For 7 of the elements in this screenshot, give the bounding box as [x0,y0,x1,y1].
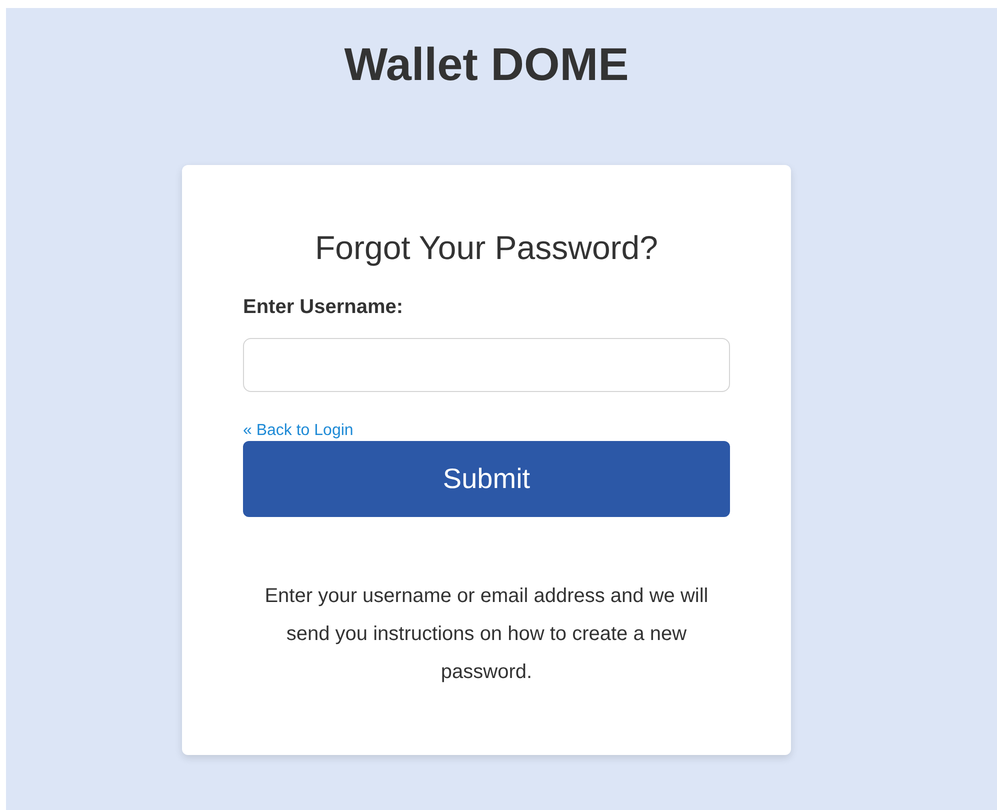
site-title: Wallet DOME [344,37,629,92]
form-heading: Forgot Your Password? [314,228,660,268]
field-label: Enter Username: [243,295,404,320]
username-field[interactable] [243,338,730,392]
help-text: Enter your username or email address and we will send you instructions on how to create a new password. [264,584,710,685]
submit-button[interactable]: Submit [243,441,730,517]
back-to-login-link[interactable]: « Back to Login [243,421,354,441]
